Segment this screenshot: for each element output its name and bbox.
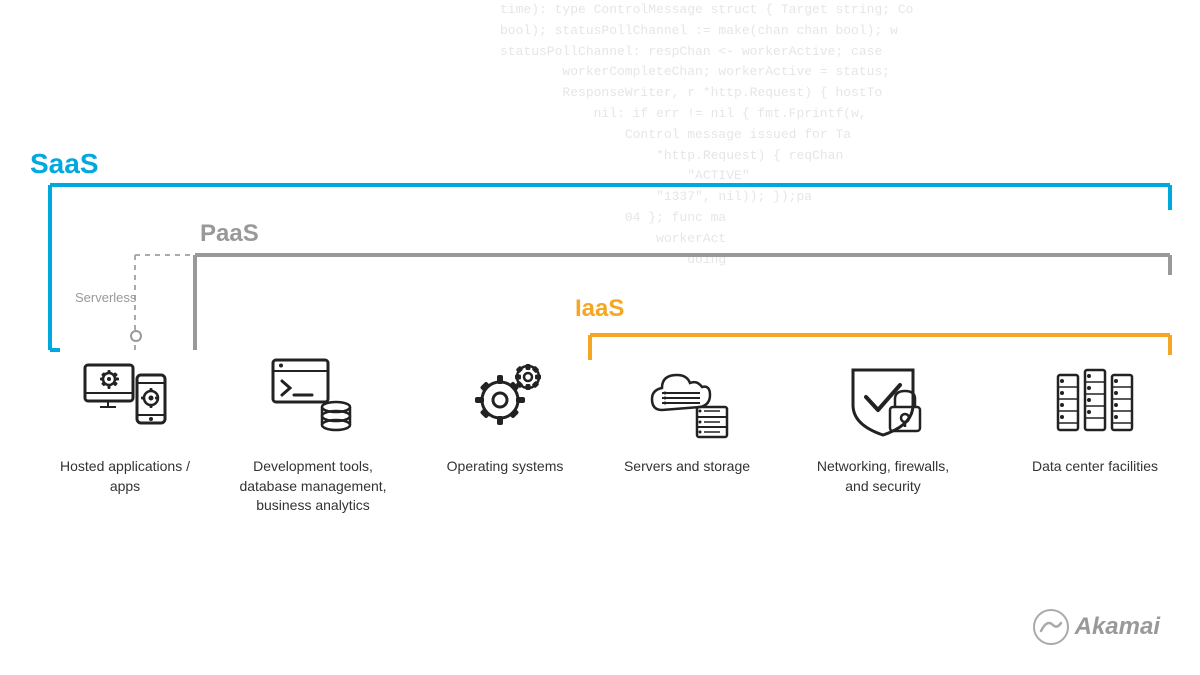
networking-label: Networking, firewalls, and security xyxy=(808,457,958,496)
operating-systems-label: Operating systems xyxy=(447,457,564,477)
dev-tools-icon xyxy=(268,355,358,445)
serverless-dot xyxy=(130,330,142,342)
networking-item: Networking, firewalls, and security xyxy=(808,355,958,496)
dev-tools-label: Development tools, database management, … xyxy=(238,457,388,516)
servers-storage-label: Servers and storage xyxy=(624,457,750,477)
dev-tools-item: Development tools, database management, … xyxy=(238,355,388,516)
operating-systems-icon xyxy=(460,355,550,445)
operating-systems-item: Operating systems xyxy=(430,355,580,477)
akamai-logo: Akamai xyxy=(1033,609,1160,645)
data-center-item: Data center facilities xyxy=(1020,355,1170,477)
hosted-apps-icon xyxy=(80,355,170,445)
data-center-label: Data center facilities xyxy=(1032,457,1158,477)
diagram: time): type ControlMessage struct { Targ… xyxy=(0,0,1200,675)
networking-icon xyxy=(838,355,928,445)
hosted-apps-item: Hosted applications / apps xyxy=(50,355,200,496)
serverless-label: Serverless xyxy=(75,290,136,305)
akamai-logo-text: Akamai xyxy=(1075,613,1160,641)
iaas-label: IaaS xyxy=(575,295,624,323)
hosted-apps-label: Hosted applications / apps xyxy=(50,457,200,496)
servers-storage-item: Servers and storage xyxy=(612,355,762,477)
code-background: time): type ControlMessage struct { Targ… xyxy=(500,0,1200,300)
paas-label: PaaS xyxy=(200,220,259,248)
bracket-lines xyxy=(0,0,1200,675)
saas-label: SaaS xyxy=(30,148,99,180)
akamai-logo-icon xyxy=(1033,609,1069,645)
servers-storage-icon xyxy=(642,355,732,445)
data-center-icon xyxy=(1050,355,1140,445)
